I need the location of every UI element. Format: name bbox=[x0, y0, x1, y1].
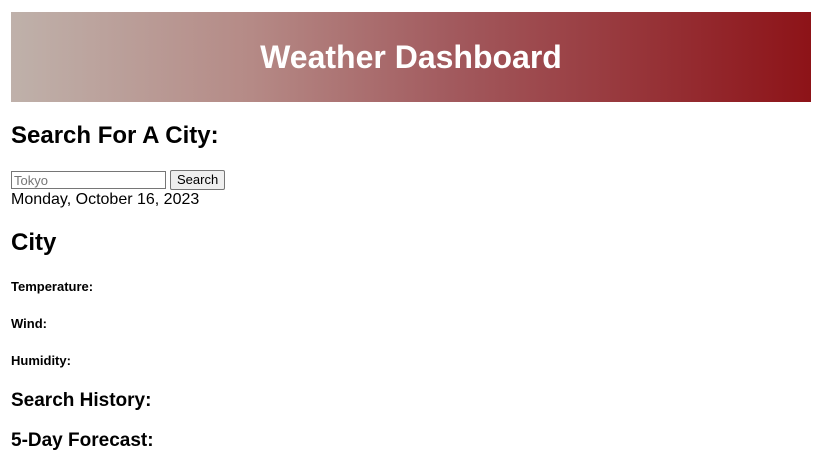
search-button[interactable]: Search bbox=[170, 170, 226, 190]
search-form: Search bbox=[11, 170, 226, 190]
weather-dashboard-page: Weather Dashboard Search For A City: Sea… bbox=[0, 0, 824, 472]
humidity-label: Humidity: bbox=[11, 353, 71, 368]
current-date: Monday, October 16, 2023 bbox=[11, 191, 200, 208]
page-title: Weather Dashboard bbox=[260, 39, 562, 75]
search-history-heading: Search History: bbox=[11, 390, 152, 411]
search-heading: Search For A City: bbox=[11, 122, 219, 149]
forecast-heading: 5-Day Forecast: bbox=[11, 430, 154, 451]
temperature-label: Temperature: bbox=[11, 279, 94, 294]
city-search-input[interactable] bbox=[11, 171, 166, 189]
header-banner: Weather Dashboard bbox=[11, 12, 811, 102]
city-name-heading: City bbox=[11, 229, 57, 256]
wind-label: Wind: bbox=[11, 316, 47, 331]
